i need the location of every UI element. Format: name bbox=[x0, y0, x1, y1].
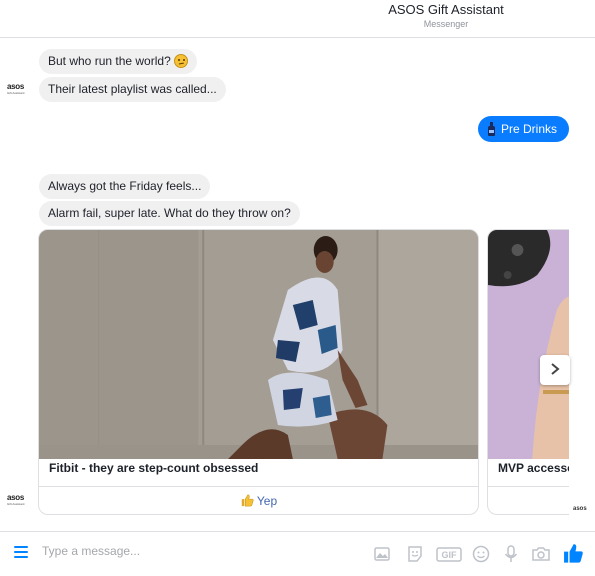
product-image bbox=[39, 230, 478, 459]
message-input[interactable] bbox=[42, 544, 342, 558]
asos-logo-text: asos bbox=[7, 82, 25, 91]
message-text: But who run the world? bbox=[48, 54, 171, 68]
conversation-subtitle: Messenger bbox=[423, 19, 469, 29]
message-bubble: Their latest playlist was called... bbox=[39, 77, 226, 102]
yep-button-label: Yep bbox=[256, 494, 278, 508]
conversation-header: ASOS Gift Assistant Messenger bbox=[0, 0, 595, 38]
yep-button[interactable]: Yep bbox=[39, 487, 478, 514]
emoji-icon[interactable] bbox=[471, 544, 491, 564]
message-composer: GIF bbox=[0, 531, 595, 576]
image-icon[interactable] bbox=[372, 544, 392, 564]
outgoing-message-bubble: Pre Drinks bbox=[478, 116, 569, 142]
asos-logo-tagline: Gift Assistant bbox=[7, 91, 25, 95]
message-bubble: Always got the Friday feels... bbox=[39, 174, 211, 199]
bottle-icon bbox=[488, 122, 495, 136]
conversation-title[interactable]: ASOS Gift Assistant bbox=[300, 2, 592, 17]
thumbs-up-icon bbox=[241, 494, 254, 507]
thinking-face-emoji-icon bbox=[173, 54, 188, 68]
message-bubble: Alarm fail, super late. What do they thr… bbox=[39, 201, 300, 226]
message-text: Their latest playlist was called... bbox=[48, 82, 217, 96]
carousel-card[interactable]: Fitbit - they are step-count obsessed Ye… bbox=[38, 229, 479, 515]
gif-icon-label: GIF bbox=[442, 550, 458, 560]
message-bubble: But who run the world? bbox=[39, 49, 197, 74]
asos-logo-text: asos bbox=[7, 493, 25, 502]
asos-logo-tagline: Gift Assistant bbox=[7, 502, 25, 506]
carousel-edge bbox=[569, 229, 595, 529]
carousel-next-button[interactable] bbox=[540, 355, 570, 385]
like-thumbs-up-icon[interactable] bbox=[562, 542, 584, 564]
asos-avatar[interactable]: asos Gift Assistant bbox=[7, 494, 29, 508]
gif-icon[interactable]: GIF bbox=[436, 544, 462, 564]
card-title: Fitbit - they are step-count obsessed bbox=[49, 461, 259, 475]
asos-small-logo: asos bbox=[573, 506, 587, 512]
microphone-icon[interactable] bbox=[501, 544, 521, 564]
menu-icon[interactable] bbox=[14, 546, 28, 558]
sticker-icon[interactable] bbox=[405, 544, 425, 564]
asos-avatar[interactable]: asos Gift Assistant bbox=[7, 83, 29, 97]
message-text: Always got the Friday feels... bbox=[48, 179, 202, 193]
message-text: Alarm fail, super late. What do they thr… bbox=[48, 206, 291, 220]
camera-icon[interactable] bbox=[531, 544, 551, 564]
outgoing-message-text: Pre Drinks bbox=[501, 122, 558, 136]
chevron-right-icon bbox=[551, 363, 560, 375]
